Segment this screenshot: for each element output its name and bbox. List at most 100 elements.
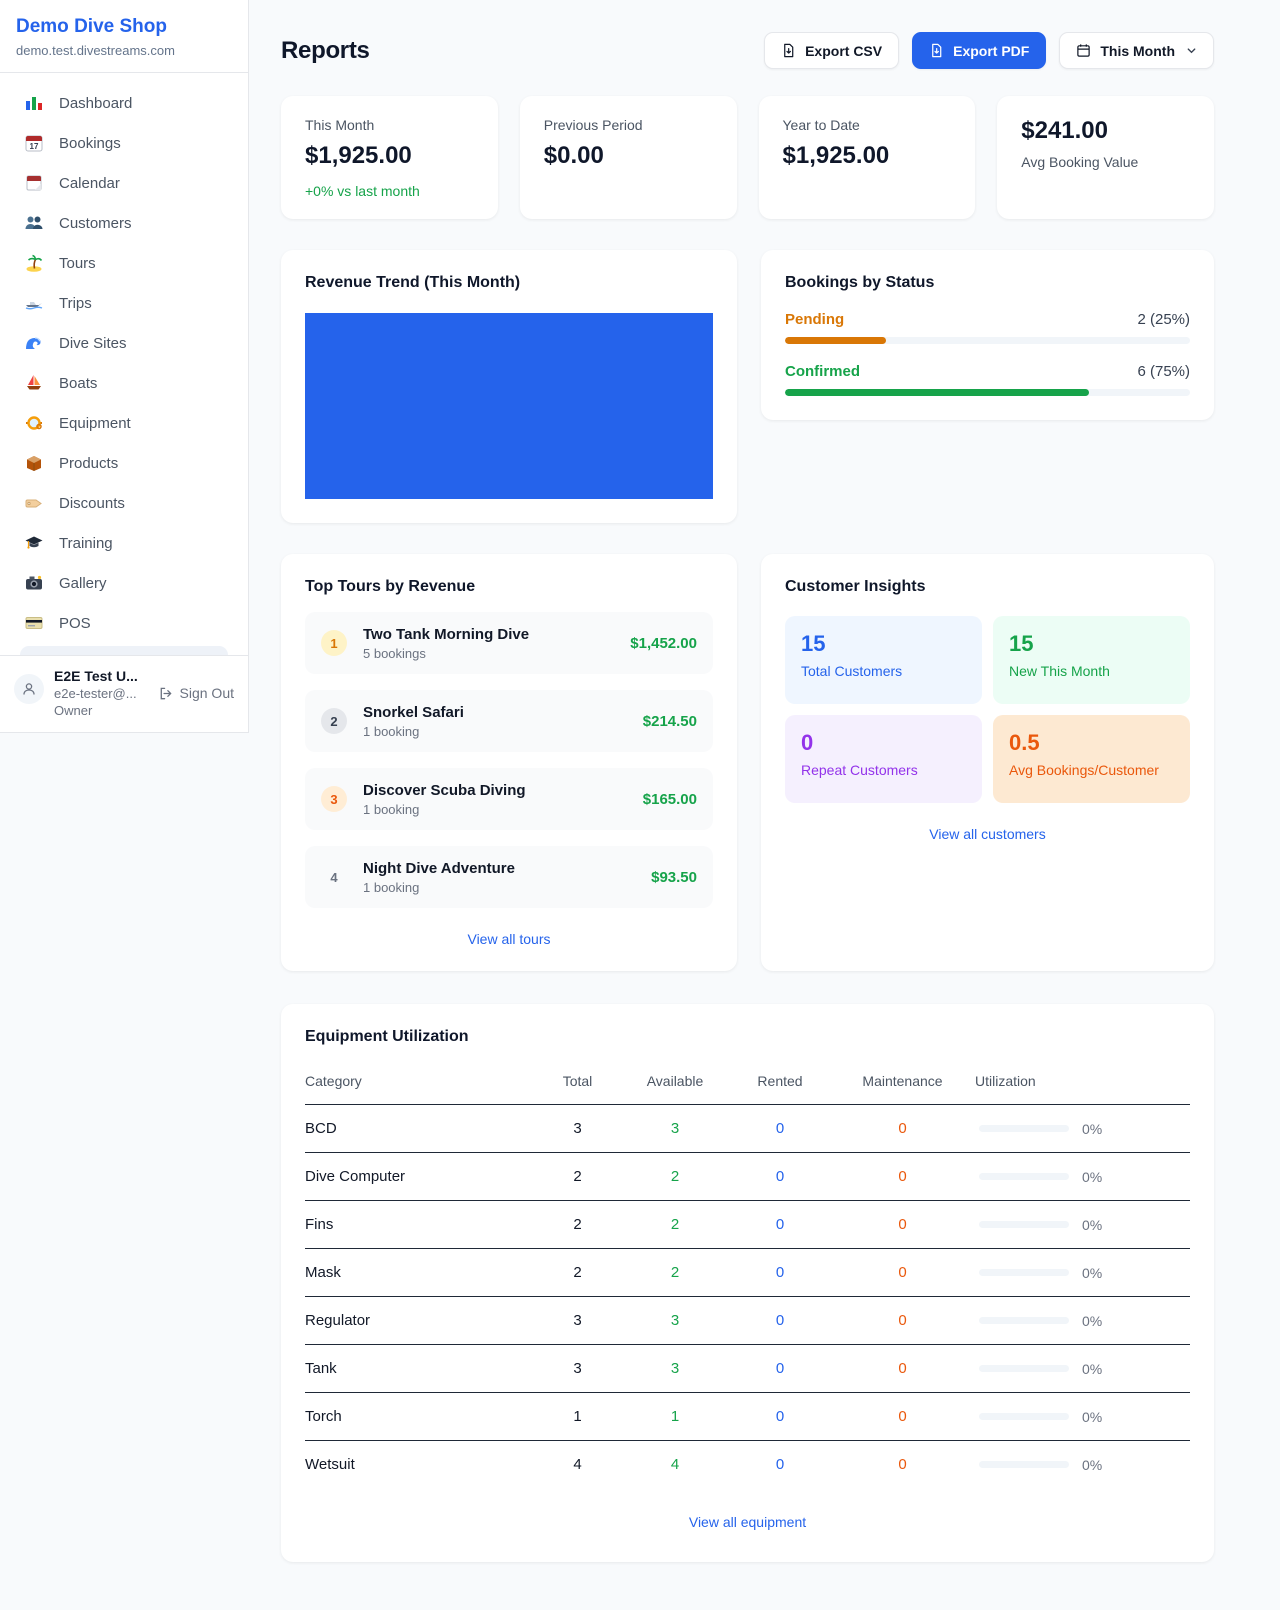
sidebar-nav: Dashboard 17 Bookings Calendar Customers…	[0, 73, 248, 655]
sidebar-item-dive-sites[interactable]: Dive Sites	[10, 323, 238, 363]
sidebar-item-trips[interactable]: Trips	[10, 283, 238, 323]
table-row: BCD 3 3 0 0 0%	[305, 1105, 1190, 1153]
sidebar-item-gallery[interactable]: Gallery	[10, 563, 238, 603]
cell-rented: 0	[730, 1201, 830, 1249]
file-download-icon	[929, 43, 944, 58]
utilization-bar	[979, 1221, 1069, 1228]
utilization-cell: 0%	[975, 1457, 1190, 1473]
package-icon	[24, 453, 44, 473]
sign-out-icon	[158, 686, 173, 701]
table-row: Dive Computer 2 2 0 0 0%	[305, 1153, 1190, 1201]
sidebar-item-training[interactable]: Training	[10, 523, 238, 563]
tour-list-item: 3 Discover Scuba Diving 1 booking $165.0…	[305, 768, 713, 830]
speedboat-icon	[24, 293, 44, 313]
shop-domain: demo.test.divestreams.com	[16, 43, 232, 58]
utilization-percent: 0%	[1082, 1265, 1102, 1281]
utilization-bar	[979, 1365, 1069, 1372]
sidebar-item-equipment[interactable]: Equipment	[10, 403, 238, 443]
utilization-percent: 0%	[1082, 1409, 1102, 1425]
island-icon	[24, 253, 44, 273]
utilization-percent: 0%	[1082, 1313, 1102, 1329]
tour-revenue: $1,452.00	[630, 635, 697, 652]
customer-insights-card: Customer Insights 15 Total Customers 15 …	[761, 554, 1214, 971]
sailboat-icon	[24, 373, 44, 393]
tour-bookings: 1 booking	[363, 802, 526, 817]
page-header: Reports Export CSV Export PDF This Month	[281, 32, 1214, 69]
cell-available: 4	[620, 1441, 730, 1489]
cell-rented: 0	[730, 1153, 830, 1201]
dive-mask-icon	[24, 413, 44, 433]
sidebar-item-tours[interactable]: Tours	[10, 243, 238, 283]
tour-list-item: 1 Two Tank Morning Dive 5 bookings $1,45…	[305, 612, 713, 674]
sign-out-label: Sign Out	[180, 685, 234, 701]
cell-rented: 0	[730, 1393, 830, 1441]
table-row: Regulator 3 3 0 0 0%	[305, 1297, 1190, 1345]
status-count: 2 (25%)	[1137, 311, 1190, 328]
cell-rented: 0	[730, 1345, 830, 1393]
export-pdf-button[interactable]: Export PDF	[912, 32, 1046, 69]
cell-total: 1	[535, 1393, 620, 1441]
sidebar: Demo Dive Shop demo.test.divestreams.com…	[0, 0, 249, 733]
stat-card-this-month: This Month $1,925.00 +0% vs last month	[281, 96, 498, 219]
insight-tiles: 15 Total Customers 15 New This Month 0 R…	[785, 616, 1190, 803]
sign-out-button[interactable]: Sign Out	[158, 685, 234, 701]
table-header-row: Category Total Available Rented Maintena…	[305, 1063, 1190, 1105]
cell-available: 1	[620, 1393, 730, 1441]
utilization-bar	[979, 1317, 1069, 1324]
period-dropdown[interactable]: This Month	[1059, 32, 1214, 69]
sidebar-item-label: Gallery	[59, 575, 107, 592]
view-all-equipment-link[interactable]: View all equipment	[305, 1514, 1190, 1530]
cell-rented: 0	[730, 1441, 830, 1489]
cell-category: Fins	[305, 1201, 535, 1249]
chevron-down-icon	[1186, 45, 1197, 56]
cell-maintenance: 0	[830, 1345, 975, 1393]
rank-badge: 2	[321, 708, 347, 734]
bookings-calendar-icon: 17	[24, 133, 44, 153]
camera-icon	[24, 573, 44, 593]
tour-list-item: 4 Night Dive Adventure 1 booking $93.50	[305, 846, 713, 908]
column-header: Total	[535, 1063, 620, 1105]
utilization-cell: 0%	[975, 1217, 1190, 1233]
stat-label: This Month	[305, 117, 474, 133]
tour-name: Two Tank Morning Dive	[363, 626, 529, 643]
view-all-tours-link[interactable]: View all tours	[305, 931, 713, 947]
cell-available: 2	[620, 1153, 730, 1201]
rank-badge: 4	[321, 864, 347, 890]
sidebar-item-calendar[interactable]: Calendar	[10, 163, 238, 203]
card-title: Customer Insights	[785, 578, 1190, 596]
utilization-cell: 0%	[975, 1265, 1190, 1281]
stats-row: This Month $1,925.00 +0% vs last month P…	[281, 96, 1214, 219]
user-block: E2E Test U... e2e-tester@... Owner	[54, 668, 138, 718]
main-content: Reports Export CSV Export PDF This Month…	[281, 0, 1214, 1562]
user-email: e2e-tester@...	[54, 686, 138, 701]
sidebar-item-label: Tours	[59, 255, 96, 272]
status-bar-fill	[785, 389, 1089, 396]
tour-bookings: 1 booking	[363, 880, 515, 895]
bar-chart-icon	[24, 93, 44, 113]
sidebar-item-customers[interactable]: Customers	[10, 203, 238, 243]
sidebar-item-dashboard[interactable]: Dashboard	[10, 83, 238, 123]
status-count: 6 (75%)	[1137, 363, 1190, 380]
export-csv-button[interactable]: Export CSV	[764, 32, 899, 69]
tile-value: 15	[801, 631, 966, 657]
sidebar-item-products[interactable]: Products	[10, 443, 238, 483]
sidebar-item-bookings[interactable]: 17 Bookings	[10, 123, 238, 163]
tours-insights-row: Top Tours by Revenue 1 Two Tank Morning …	[281, 554, 1214, 971]
status-bar-track	[785, 389, 1190, 396]
sidebar-item-partially-hidden[interactable]	[20, 646, 228, 655]
stat-label: Year to Date	[783, 117, 952, 133]
tile-avg-bookings-per-customer: 0.5 Avg Bookings/Customer	[993, 715, 1190, 803]
view-all-customers-link[interactable]: View all customers	[785, 826, 1190, 842]
utilization-percent: 0%	[1082, 1217, 1102, 1233]
tour-name: Discover Scuba Diving	[363, 782, 526, 799]
sidebar-item-pos[interactable]: POS	[10, 603, 238, 643]
sidebar-item-label: Equipment	[59, 415, 131, 432]
charts-row: Revenue Trend (This Month) Bookings by S…	[281, 250, 1214, 523]
cell-category: Regulator	[305, 1297, 535, 1345]
sidebar-item-discounts[interactable]: Discounts	[10, 483, 238, 523]
utilization-cell: 0%	[975, 1169, 1190, 1185]
tile-value: 0.5	[1009, 730, 1174, 756]
stat-card-year-to-date: Year to Date $1,925.00	[759, 96, 976, 219]
bookings-by-status-card: Bookings by Status Pending 2 (25%) Confi…	[761, 250, 1214, 420]
sidebar-item-boats[interactable]: Boats	[10, 363, 238, 403]
